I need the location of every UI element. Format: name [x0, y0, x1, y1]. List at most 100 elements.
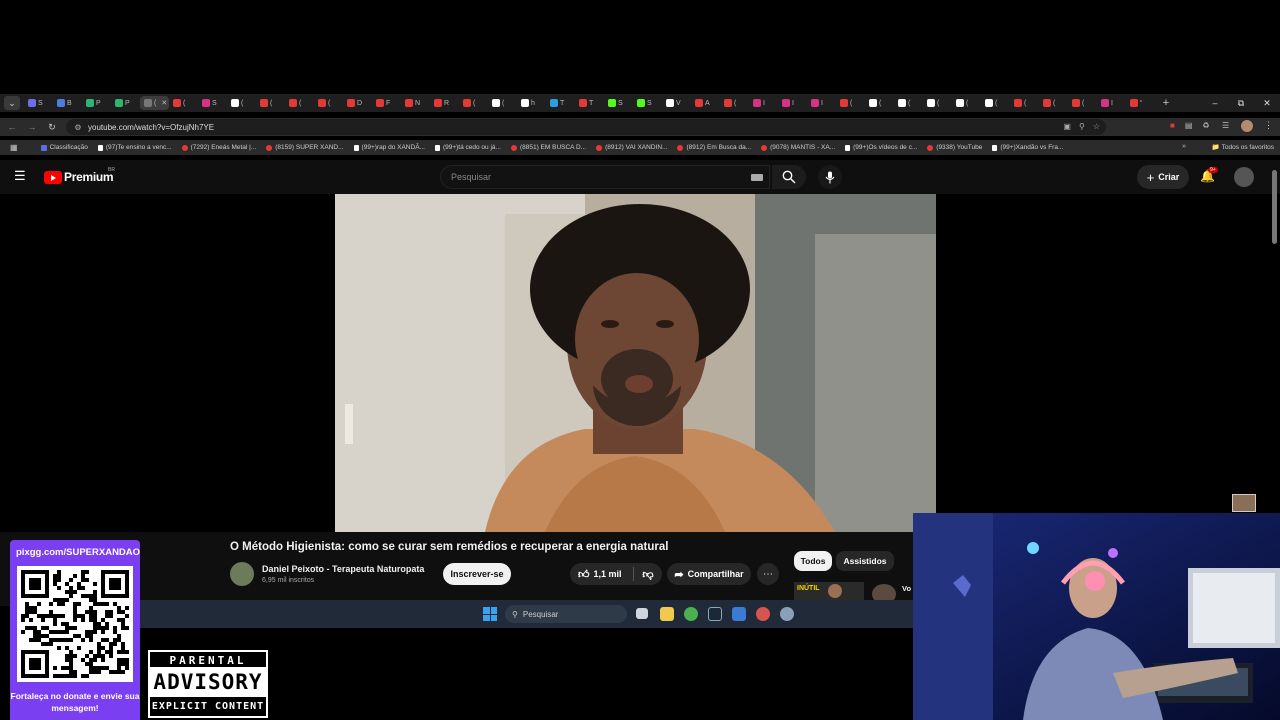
subscribe-button[interactable]: Inscrever-se	[443, 563, 511, 585]
bookmark-item[interactable]: (7292) Eneás Metal |...	[177, 144, 262, 151]
all-bookmarks-link[interactable]: 📁 Todos os favoritos	[1212, 143, 1274, 151]
back-icon[interactable]: ←	[2, 122, 22, 132]
browser-tab[interactable]: (	[981, 96, 1010, 110]
browser-tab[interactable]: B	[53, 96, 82, 110]
address-bar[interactable]: ⚙ youtube.com/watch?v=OfzujNh7YE ▣ ⚲ ☆	[66, 119, 1106, 135]
steam-icon[interactable]	[708, 607, 722, 621]
zoom-icon[interactable]: ⚲	[1079, 122, 1085, 131]
bookmark-item[interactable]: (8851) EM BUSCA D...	[506, 144, 591, 151]
bookmark-item[interactable]: (9078) MANTIS - XA...	[756, 144, 840, 151]
search-input[interactable]: Pesquisar	[440, 165, 770, 189]
browser-tab[interactable]: P	[111, 96, 140, 110]
install-app-icon[interactable]: ▣	[1063, 122, 1071, 131]
browser-tab[interactable]: (	[720, 96, 749, 110]
browser-tab[interactable]: R	[430, 96, 459, 110]
app-icon[interactable]	[732, 607, 746, 621]
menu-icon[interactable]: ☰	[14, 169, 28, 183]
browser-menu-icon[interactable]: ⋮	[1264, 120, 1273, 131]
browser-tab[interactable]: S	[198, 96, 227, 110]
bookmark-item[interactable]: (8912) VAI XANDIN...	[591, 144, 672, 151]
browser-tab[interactable]: S	[24, 96, 53, 110]
search-button[interactable]	[772, 165, 806, 189]
channel-name[interactable]: Daniel Peixoto - Terapeuta Naturopata	[262, 564, 424, 574]
forward-icon[interactable]: →	[22, 122, 42, 132]
browser-tab[interactable]: (	[256, 96, 285, 110]
bookmark-item[interactable]: (97)Te ensino a venc...	[93, 144, 177, 151]
bookmark-item[interactable]: (99+)tá cedo ou já...	[430, 144, 506, 151]
youtube-logo-icon[interactable]	[44, 171, 62, 184]
close-window-icon[interactable]: ✕	[1254, 98, 1280, 109]
new-tab-button[interactable]: +	[1159, 97, 1173, 109]
bookmark-item[interactable]: (99+)Xandão vs Fra...	[987, 144, 1068, 151]
bookmarks-overflow-icon[interactable]: »	[1182, 143, 1186, 150]
taskbar-search[interactable]: ⚲ Pesquisar	[505, 605, 627, 623]
browser-tab[interactable]: (✕	[140, 96, 169, 110]
channel-avatar[interactable]	[230, 562, 254, 586]
task-view-icon[interactable]	[636, 608, 648, 619]
chrome-icon[interactable]	[684, 607, 698, 621]
tab-search-button[interactable]: ⌄	[4, 96, 20, 110]
reload-icon[interactable]: ↻	[42, 122, 62, 133]
youtube-logo-text[interactable]: Premium	[64, 170, 114, 184]
app-icon[interactable]	[756, 607, 770, 621]
recommended-title[interactable]: Vo	[902, 584, 913, 593]
browser-tab[interactable]: S	[604, 96, 633, 110]
browser-tab[interactable]: (	[314, 96, 343, 110]
browser-tab[interactable]: (	[488, 96, 517, 110]
page-scrollbar[interactable]	[1272, 170, 1277, 244]
browser-tab[interactable]: I	[1097, 96, 1126, 110]
browser-tab[interactable]: (	[1010, 96, 1039, 110]
site-info-icon[interactable]: ⚙	[70, 123, 86, 132]
browser-tab[interactable]: (	[865, 96, 894, 110]
bookmark-star-icon[interactable]: ☆	[1093, 122, 1100, 131]
browser-tab[interactable]: T	[575, 96, 604, 110]
browser-tab[interactable]: I	[807, 96, 836, 110]
create-button[interactable]: + Criar	[1137, 165, 1189, 189]
browser-tab[interactable]: (	[952, 96, 981, 110]
extensions-puzzle-icon[interactable]: ♻	[1202, 121, 1209, 130]
browser-tab[interactable]: (	[894, 96, 923, 110]
url-text[interactable]: youtube.com/watch?v=OfzujNh7YE	[88, 123, 214, 132]
extension-icon[interactable]: ■	[1170, 121, 1175, 130]
video-player[interactable]	[335, 194, 936, 532]
browser-tab[interactable]: (	[923, 96, 952, 110]
browser-tab[interactable]: P	[82, 96, 111, 110]
browser-tab[interactable]: A	[691, 96, 720, 110]
apps-grid-icon[interactable]: ▦	[0, 143, 26, 152]
share-button[interactable]: ➦ Compartilhar	[667, 563, 751, 585]
voice-search-button[interactable]	[818, 165, 842, 189]
restore-icon[interactable]: ⧉	[1228, 98, 1254, 109]
browser-tab[interactable]: “	[1126, 96, 1155, 110]
minimize-icon[interactable]: –	[1202, 98, 1228, 109]
bookmark-item[interactable]: (8159) SUPER XAND...	[261, 144, 348, 151]
browser-tab[interactable]: (	[1068, 96, 1097, 110]
floating-thumbnail[interactable]	[1232, 494, 1256, 512]
browser-tab[interactable]: I	[749, 96, 778, 110]
settings-icon[interactable]	[780, 607, 794, 621]
chip-watched[interactable]: Assistidos	[836, 551, 894, 571]
browser-tab[interactable]: F	[372, 96, 401, 110]
like-button[interactable]: 👍︎ 1,1 mil	[570, 567, 634, 581]
browser-tab[interactable]: V	[662, 96, 691, 110]
bookmark-item[interactable]: Classificação	[36, 144, 93, 151]
browser-tab[interactable]: h	[517, 96, 546, 110]
bookmark-item[interactable]: (99+)Os vídeos de c...	[840, 144, 922, 151]
browser-tab[interactable]: (	[227, 96, 256, 110]
bookmark-item[interactable]: (8912) Em Busca da...	[672, 144, 756, 151]
extension-icon[interactable]: ▤	[1185, 121, 1193, 130]
browser-tab[interactable]: T	[546, 96, 575, 110]
keyboard-icon[interactable]	[751, 174, 763, 181]
chip-all[interactable]: Todos	[794, 551, 832, 571]
browser-tab[interactable]: I	[778, 96, 807, 110]
close-tab-icon[interactable]: ✕	[161, 99, 167, 107]
browser-tab[interactable]: S	[633, 96, 662, 110]
file-explorer-icon[interactable]	[660, 607, 674, 621]
browser-tab[interactable]: N	[401, 96, 430, 110]
browser-tab[interactable]: (	[459, 96, 488, 110]
more-actions-button[interactable]: ⋯	[757, 563, 779, 585]
bookmark-item[interactable]: (99+)rap do XANDÃ...	[349, 144, 430, 151]
dislike-button[interactable]: 👎︎	[634, 568, 662, 581]
browser-tab[interactable]: (	[1039, 96, 1068, 110]
profile-avatar[interactable]	[1241, 120, 1253, 132]
browser-tab[interactable]: (	[836, 96, 865, 110]
